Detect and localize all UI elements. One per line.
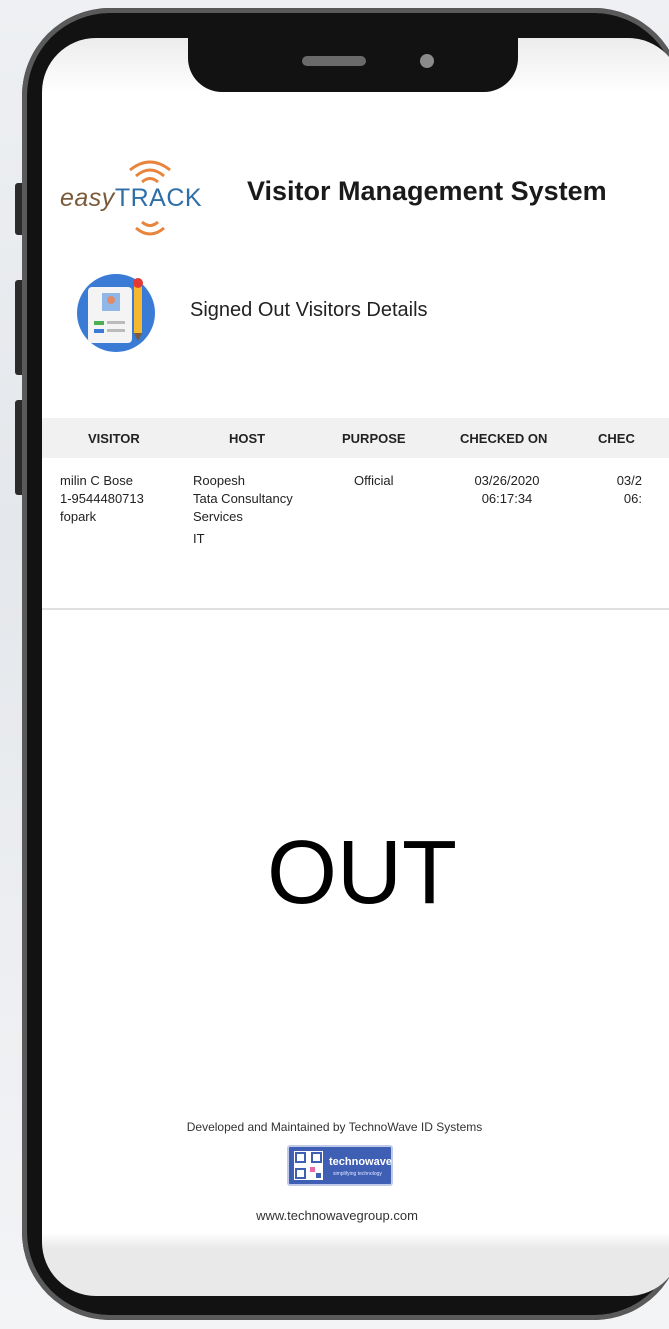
checked-out-date: 03/2 (616, 473, 642, 488)
brand-wordmark: easyTRACK (60, 184, 203, 212)
badge-tagline: simplifying technology (333, 1171, 382, 1177)
host-department: IT (193, 531, 205, 546)
qr-code-icon (294, 1151, 323, 1180)
speaker-grill (302, 56, 366, 66)
visitor-location: fopark (60, 509, 97, 524)
checked-out-cell: 03/2 06: (608, 472, 642, 508)
technowave-logo[interactable]: technowave simplifying technology (287, 1145, 393, 1186)
host-company-cont: Services (193, 509, 243, 524)
section-title: Signed Out Visitors Details (190, 299, 428, 321)
checked-on-cell: 03/26/2020 06:17:34 (466, 472, 548, 508)
table-row[interactable]: milin C Bose 1-9544480713 fopark Roopesh… (42, 458, 669, 610)
visitor-phone: 1-9544480713 (60, 491, 144, 506)
host-cell: Roopesh Tata Consultancy Services IT (193, 472, 293, 548)
developer-credit: Developed and Maintained by TechnoWave I… (186, 1120, 483, 1134)
app-title: Visitor Management System (247, 176, 607, 206)
app-screen: easyTRACK Visitor Management System Sign… (42, 38, 669, 1296)
phone-notch (188, 38, 518, 92)
front-camera (420, 54, 434, 68)
host-name: Roopesh (193, 473, 246, 488)
easytrack-logo: easyTRACK (52, 146, 202, 238)
visitor-cell: milin C Bose 1-9544480713 fopark (60, 472, 144, 526)
column-header-checked-out: CHEC (598, 431, 635, 446)
purpose-cell: Official (354, 473, 394, 488)
status-out-label: OUT (267, 823, 457, 923)
section-header: Signed Out Visitors Details (72, 273, 669, 357)
column-header-host: HOST (229, 431, 266, 446)
visitors-table: VISITOR HOST PURPOSE CHECKED ON CHEC mil… (42, 418, 669, 610)
column-header-purpose: PURPOSE (342, 431, 406, 446)
column-header-checked-on: CHECKED ON (460, 431, 548, 446)
table-header: VISITOR HOST PURPOSE CHECKED ON CHEC (42, 418, 669, 458)
visitor-details-icon (77, 274, 155, 352)
column-header-visitor: VISITOR (88, 431, 140, 446)
website-link[interactable]: www.technowavegroup.com (42, 1208, 632, 1223)
host-company: Tata Consultancy (193, 491, 293, 506)
checked-on-date: 03/26/2020 (474, 473, 540, 488)
checked-on-time: 06:17:34 (481, 491, 533, 506)
checked-out-time: 06: (623, 491, 642, 506)
badge-word: technowave (329, 1156, 392, 1168)
visitor-name: milin C Bose (60, 473, 133, 488)
app-header: easyTRACK Visitor Management System (42, 138, 669, 248)
